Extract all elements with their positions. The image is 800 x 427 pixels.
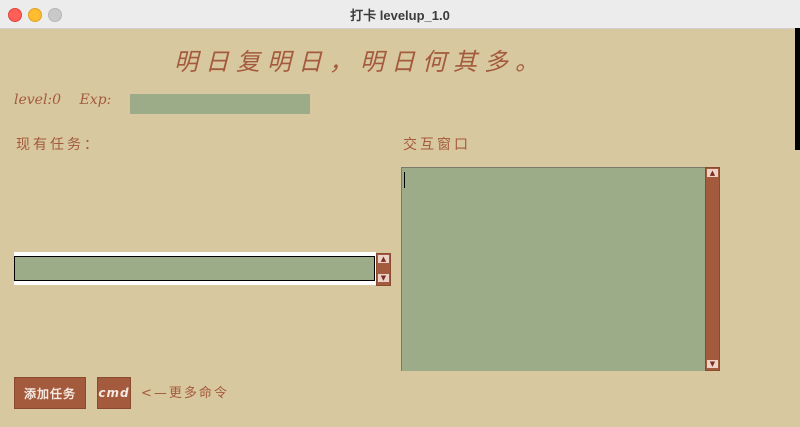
task-list-scrollbar[interactable]: ▲ ▼ <box>376 253 391 286</box>
exp-label: Exp: <box>79 92 112 108</box>
console-scrollbar[interactable]: ▲ ▼ <box>705 167 720 371</box>
task-list-area <box>14 252 376 285</box>
add-task-button[interactable]: 添加任务 <box>14 377 86 409</box>
task-list[interactable] <box>14 256 375 281</box>
scroll-down-arrow-icon[interactable]: ▼ <box>707 360 718 368</box>
more-commands-hint: <—更多命令 <box>141 386 229 401</box>
exp-progress-bar <box>130 94 310 114</box>
level-row: level:0 Exp: <box>14 92 125 108</box>
tasks-label: 现有任务： <box>16 137 101 153</box>
scroll-down-arrow-icon[interactable]: ▼ <box>378 274 389 282</box>
app-content: 明日复明日，明日何其多。 level:0 Exp: 现有任务： 交互窗口 ▲ ▼… <box>0 28 800 427</box>
level-label: level:0 <box>14 92 62 108</box>
cmd-button[interactable]: cmd <box>97 377 131 409</box>
console-textarea[interactable] <box>401 167 705 371</box>
motto-heading: 明日复明日，明日何其多。 <box>174 48 546 76</box>
scroll-up-arrow-icon[interactable]: ▲ <box>707 169 718 177</box>
scroll-up-arrow-icon[interactable]: ▲ <box>378 255 389 263</box>
text-cursor <box>404 172 405 188</box>
console-label: 交互窗口 <box>403 137 471 153</box>
title-bar: 打卡 levelup_1.0 <box>0 0 800 29</box>
window-edge <box>795 28 800 150</box>
window-title: 打卡 levelup_1.0 <box>350 8 450 23</box>
